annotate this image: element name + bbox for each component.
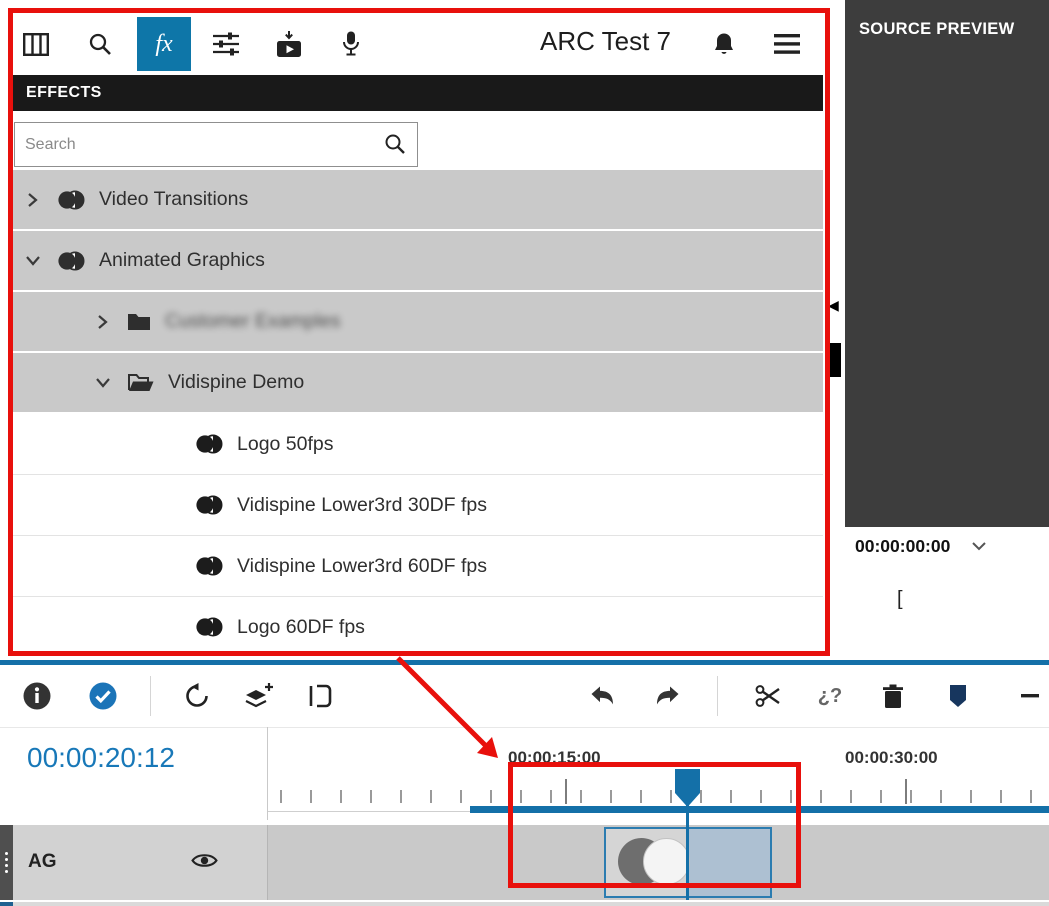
timeline-panel: ¿? 00:00:20:12 00:00:15:00 00:00:30:00 [0,660,1049,906]
help-question-icon[interactable]: ¿? [808,674,852,718]
track-drag-handle[interactable] [0,825,13,900]
tree-item-customer-examples[interactable]: Customer Examples [13,292,823,353]
ruler-tick-major [905,779,907,804]
info-icon[interactable] [15,674,59,718]
tree-item-label: Logo 50fps [237,433,334,456]
transition-circle-light [643,838,690,885]
tree-item-label: Customer Examples [165,310,341,333]
chevron-down-icon[interactable] [95,375,127,390]
tree-item-animated-graphics[interactable]: Animated Graphics [13,231,823,292]
effects-search-box [14,122,418,167]
chevron-right-icon[interactable] [95,314,127,330]
toolbar-divider [717,676,718,716]
ruler-tick-major [565,779,567,804]
track-name: AG [28,851,57,873]
timeline-track-row-2 [0,902,1049,906]
track2-color-chip [0,902,13,906]
source-timecode-dropdown[interactable]: 00:00:00:00 [855,536,986,557]
timeline-timecode-box: 00:00:20:12 [0,727,268,820]
tree-item-effect[interactable]: Logo 60DF fps [13,597,823,651]
folder-open-icon [127,373,154,392]
timeline-track-row: AG [0,825,1049,900]
media-export-icon[interactable] [267,22,311,66]
animated-graphic-icon [195,616,223,638]
source-preview-panel: SOURCE PREVIEW 00:00:00:00 [ [845,0,1049,655]
ruler-label: 00:00:30:00 [845,748,938,768]
top-toolbar: fx ARC Test 7 [13,13,823,75]
tree-item-effect[interactable]: Vidispine Lower3rd 30DF fps [13,475,823,536]
panels-layout-icon[interactable] [14,22,58,66]
timeline-range-bar [470,806,1049,813]
notifications-bell-icon[interactable] [702,22,746,66]
folder-icon [127,312,151,331]
search-icon[interactable] [384,133,406,160]
cut-scissors-icon[interactable] [746,674,790,718]
ruler-label: 00:00:15:00 [508,748,601,768]
tree-item-effect[interactable]: Vidispine Lower3rd 60DF fps [13,536,823,597]
tree-item-effect[interactable]: Logo 50fps [13,414,823,475]
tree-item-label: Video Transitions [99,188,248,211]
source-preview-title: SOURCE PREVIEW [859,20,1014,39]
track-header[interactable]: AG [13,825,268,900]
app-title: ARC Test 7 [540,26,671,57]
effects-panel-header: EFFECTS [13,75,823,111]
delete-trash-icon[interactable] [871,674,915,718]
adjust-sliders-icon[interactable] [204,22,248,66]
clip-selected-region [688,829,770,896]
effects-panel: fx ARC Test 7 EFFECTS [13,13,823,651]
effects-tree: Video Transitions Animated Graphics Cu [13,170,823,651]
zoom-out-minus-icon[interactable] [1008,674,1049,718]
timeline-ruler[interactable]: 00:00:20:12 00:00:15:00 00:00:30:00 [0,727,1049,820]
tree-item-label: Logo 60DF fps [237,616,365,639]
app-window: fx ARC Test 7 EFFECTS [0,0,1049,906]
reset-rotate-icon[interactable] [175,674,219,718]
tree-item-label: Vidispine Lower3rd 30DF fps [237,494,487,517]
transition-group-icon [57,189,85,211]
microphone-icon[interactable] [329,22,373,66]
insert-bracket-icon[interactable] [298,674,342,718]
redo-icon[interactable] [646,674,690,718]
effects-fx-tab[interactable]: fx [137,17,191,71]
undo-icon[interactable] [580,674,624,718]
tree-item-label: Vidispine Lower3rd 60DF fps [237,555,487,578]
mark-in-bracket: [ [897,588,903,611]
check-circle-icon[interactable] [81,674,125,718]
ruler-ticks [280,790,1049,803]
chevron-down-icon [972,542,986,551]
effects-search-input[interactable] [14,122,418,167]
source-preview-screen [845,0,1049,527]
chevron-right-icon[interactable] [25,192,57,208]
transition-group-icon [57,250,85,272]
timeline-toolbar: ¿? [0,665,1049,728]
fx-icon: fx [155,31,172,58]
tree-item-video-transitions[interactable]: Video Transitions [13,170,823,231]
marker-bookmark-icon[interactable] [936,674,980,718]
animated-graphic-icon [195,494,223,516]
visibility-eye-icon[interactable] [191,851,218,875]
panel-collapse-arrow-icon[interactable]: ◀ [828,297,839,314]
tree-item-vidispine-demo[interactable]: Vidispine Demo [13,353,823,414]
tree-item-label: Vidispine Demo [168,371,304,394]
playhead-line [686,805,689,900]
source-timecode: 00:00:00:00 [855,536,950,557]
animated-graphic-icon [195,555,223,577]
add-layer-icon[interactable] [236,674,280,718]
chevron-down-icon[interactable] [25,253,57,268]
menu-hamburger-icon[interactable] [765,22,809,66]
panel-collapse-handle[interactable] [827,343,841,377]
search-icon[interactable] [78,22,122,66]
effects-panel-title: EFFECTS [26,84,102,102]
animated-graphic-icon [195,433,223,455]
toolbar-divider [150,676,151,716]
tree-item-label: Animated Graphics [99,249,265,272]
current-timecode: 00:00:20:12 [27,742,175,774]
